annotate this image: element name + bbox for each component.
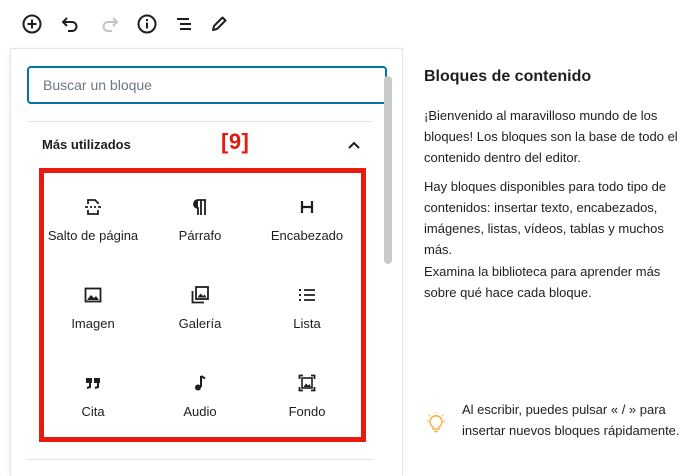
heading-icon	[254, 194, 360, 220]
info-paragraph: Examina la biblioteca para aprender más …	[424, 264, 661, 300]
edit-icon[interactable]	[205, 10, 233, 38]
paragraph-icon	[147, 194, 253, 220]
block-inserter-panel: Más utilizados [9] Salto de página Párra…	[10, 48, 403, 476]
lightbulb-icon	[426, 412, 446, 436]
cover-icon	[254, 370, 360, 396]
info-icon[interactable]	[133, 10, 161, 38]
block-audio[interactable]: Audio	[147, 352, 253, 432]
block-paragraph[interactable]: Párrafo	[147, 176, 253, 256]
editor-toolbar	[0, 0, 700, 48]
block-label: Fondo	[288, 404, 326, 419]
list-view-icon[interactable]	[170, 10, 198, 38]
block-quote[interactable]: Cita	[40, 352, 146, 432]
block-page-break[interactable]: Salto de página	[40, 176, 146, 256]
divider	[27, 459, 373, 460]
gallery-icon	[147, 282, 253, 308]
block-label: Cita	[81, 404, 105, 419]
block-list[interactable]: Lista	[254, 264, 360, 344]
block-label: Párrafo	[178, 228, 222, 243]
block-label: Lista	[293, 316, 321, 331]
block-label: Imagen	[71, 316, 115, 331]
quote-icon	[40, 370, 146, 396]
info-title: Bloques de contenido	[424, 68, 592, 85]
block-info-panel: Bloques de contenido ¡Bienvenido al mara…	[403, 48, 700, 475]
tip-text: Al escribir, puedes pulsar « / » para in…	[462, 402, 680, 438]
block-search-input[interactable]	[27, 66, 387, 104]
block-cover[interactable]: Fondo	[254, 352, 360, 432]
undo-icon[interactable]	[56, 10, 84, 38]
block-label: Encabezado	[270, 228, 344, 243]
redo-icon[interactable]	[96, 10, 124, 38]
info-paragraph: Hay bloques disponibles para todo tipo d…	[424, 179, 667, 257]
annotation-label: [9]	[221, 129, 250, 154]
page-break-icon	[40, 194, 146, 220]
image-icon	[40, 282, 146, 308]
block-label: Salto de página	[47, 228, 139, 243]
block-label: Galería	[178, 316, 222, 331]
chevron-up-icon[interactable]	[345, 137, 363, 155]
block-image[interactable]: Imagen	[40, 264, 146, 344]
add-block-icon[interactable]	[18, 10, 46, 38]
block-heading[interactable]: Encabezado	[254, 176, 360, 256]
audio-icon	[147, 370, 253, 396]
scrollbar-thumb[interactable]	[384, 76, 392, 264]
divider	[27, 121, 373, 122]
list-icon	[254, 282, 360, 308]
block-label: Audio	[183, 404, 217, 419]
section-title: Más utilizados	[42, 137, 131, 152]
block-gallery[interactable]: Galería	[147, 264, 253, 344]
info-paragraph: ¡Bienvenido al maravilloso mundo de los …	[424, 108, 678, 165]
